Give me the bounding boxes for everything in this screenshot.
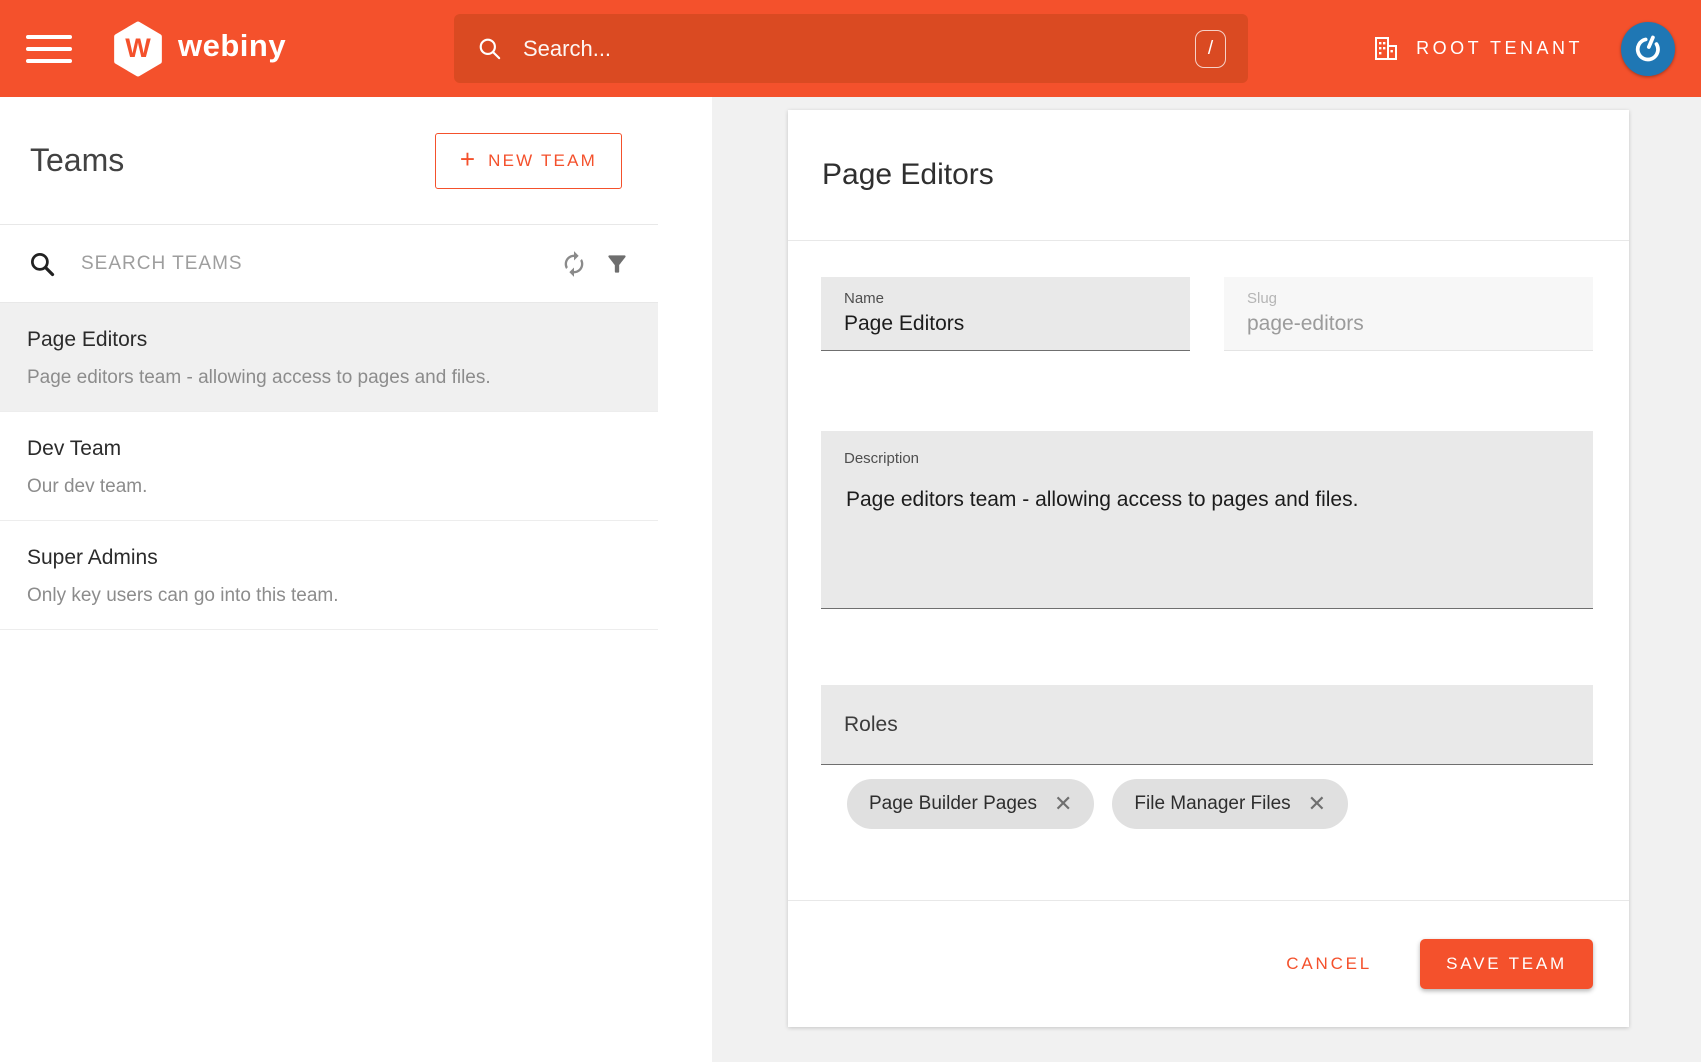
team-form-body: Name Slug Description Roles xyxy=(788,241,1629,900)
new-team-button[interactable]: + NEW TEAM xyxy=(435,133,622,189)
role-chips: Page Builder Pages ✕ File Manager Files … xyxy=(821,765,1593,829)
name-input[interactable] xyxy=(844,312,1190,350)
global-search[interactable]: / xyxy=(454,14,1248,83)
new-team-label: NEW TEAM xyxy=(488,151,597,171)
slug-label: Slug xyxy=(1247,290,1593,307)
roles-field[interactable]: Roles xyxy=(821,685,1593,765)
slug-input xyxy=(1247,312,1593,350)
tenant-selector[interactable]: ROOT TENANT xyxy=(1365,34,1589,64)
filter-funnel-icon xyxy=(604,251,630,277)
save-team-button[interactable]: SAVE TEAM xyxy=(1420,939,1593,989)
refresh-button[interactable] xyxy=(552,242,596,286)
team-form-title: Page Editors xyxy=(822,158,994,192)
name-field[interactable]: Name xyxy=(821,277,1190,351)
teams-list-panel: Teams + NEW TEAM xyxy=(0,97,712,1062)
team-list: Page Editors Page editors team - allowin… xyxy=(0,303,658,630)
brand-name: webiny xyxy=(178,28,286,69)
plus-icon: + xyxy=(460,146,475,175)
team-row-page-editors[interactable]: Page Editors Page editors team - allowin… xyxy=(0,303,658,412)
top-bar: W webiny / xyxy=(0,0,1701,97)
menu-button[interactable] xyxy=(26,28,72,70)
description-input[interactable] xyxy=(844,486,1569,608)
filter-button[interactable] xyxy=(596,243,638,285)
search-teams-input[interactable] xyxy=(79,252,552,276)
team-name: Page Editors xyxy=(27,328,628,352)
power-icon xyxy=(1632,33,1664,65)
teams-search-bar xyxy=(0,225,658,303)
roles-label: Roles xyxy=(844,713,898,737)
slash-shortcut-badge: / xyxy=(1195,30,1226,68)
team-name: Super Admins xyxy=(27,546,628,570)
team-details-card: Page Editors Name Slug De xyxy=(788,110,1629,1027)
role-chip-page-builder-pages[interactable]: Page Builder Pages ✕ xyxy=(847,779,1094,829)
page-title: Teams xyxy=(30,142,124,179)
hamburger-icon xyxy=(26,35,72,39)
global-search-input[interactable] xyxy=(521,35,1195,63)
refresh-icon xyxy=(560,250,588,278)
main-area: Teams + NEW TEAM xyxy=(0,97,1701,1062)
form-action-bar: CANCEL SAVE TEAM xyxy=(788,900,1629,1027)
team-row-super-admins[interactable]: Super Admins Only key users can go into … xyxy=(0,521,658,630)
team-description: Only key users can go into this team. xyxy=(27,585,628,607)
name-label: Name xyxy=(844,290,1190,307)
cancel-button[interactable]: CANCEL xyxy=(1276,944,1382,984)
webiny-logo[interactable]: W webiny xyxy=(112,21,286,77)
description-field[interactable]: Description xyxy=(821,431,1593,609)
building-icon xyxy=(1371,35,1401,63)
webiny-hexagon-icon: W xyxy=(112,21,164,77)
chip-label: Page Builder Pages xyxy=(869,793,1037,815)
search-icon xyxy=(476,35,503,62)
team-form-header: Page Editors xyxy=(788,110,1629,241)
description-label: Description xyxy=(844,450,1569,467)
slug-field: Slug xyxy=(1224,277,1593,351)
topbar-right-group: ROOT TENANT xyxy=(1365,22,1675,76)
teams-panel-header: Teams + NEW TEAM xyxy=(0,97,658,225)
remove-chip-icon[interactable]: ✕ xyxy=(1054,793,1072,815)
remove-chip-icon[interactable]: ✕ xyxy=(1308,793,1326,815)
team-detail-area: Page Editors Name Slug De xyxy=(712,97,1701,1062)
team-name: Dev Team xyxy=(27,437,628,461)
user-avatar[interactable] xyxy=(1621,22,1675,76)
search-teams-icon xyxy=(27,249,57,279)
chip-label: File Manager Files xyxy=(1134,793,1290,815)
role-chip-file-manager-files[interactable]: File Manager Files ✕ xyxy=(1112,779,1348,829)
team-description: Our dev team. xyxy=(27,476,628,498)
tenant-label: ROOT TENANT xyxy=(1416,38,1583,59)
team-row-dev-team[interactable]: Dev Team Our dev team. xyxy=(0,412,658,521)
webiny-admin-window: W webiny / xyxy=(0,0,1701,1062)
team-description: Page editors team - allowing access to p… xyxy=(27,367,628,389)
